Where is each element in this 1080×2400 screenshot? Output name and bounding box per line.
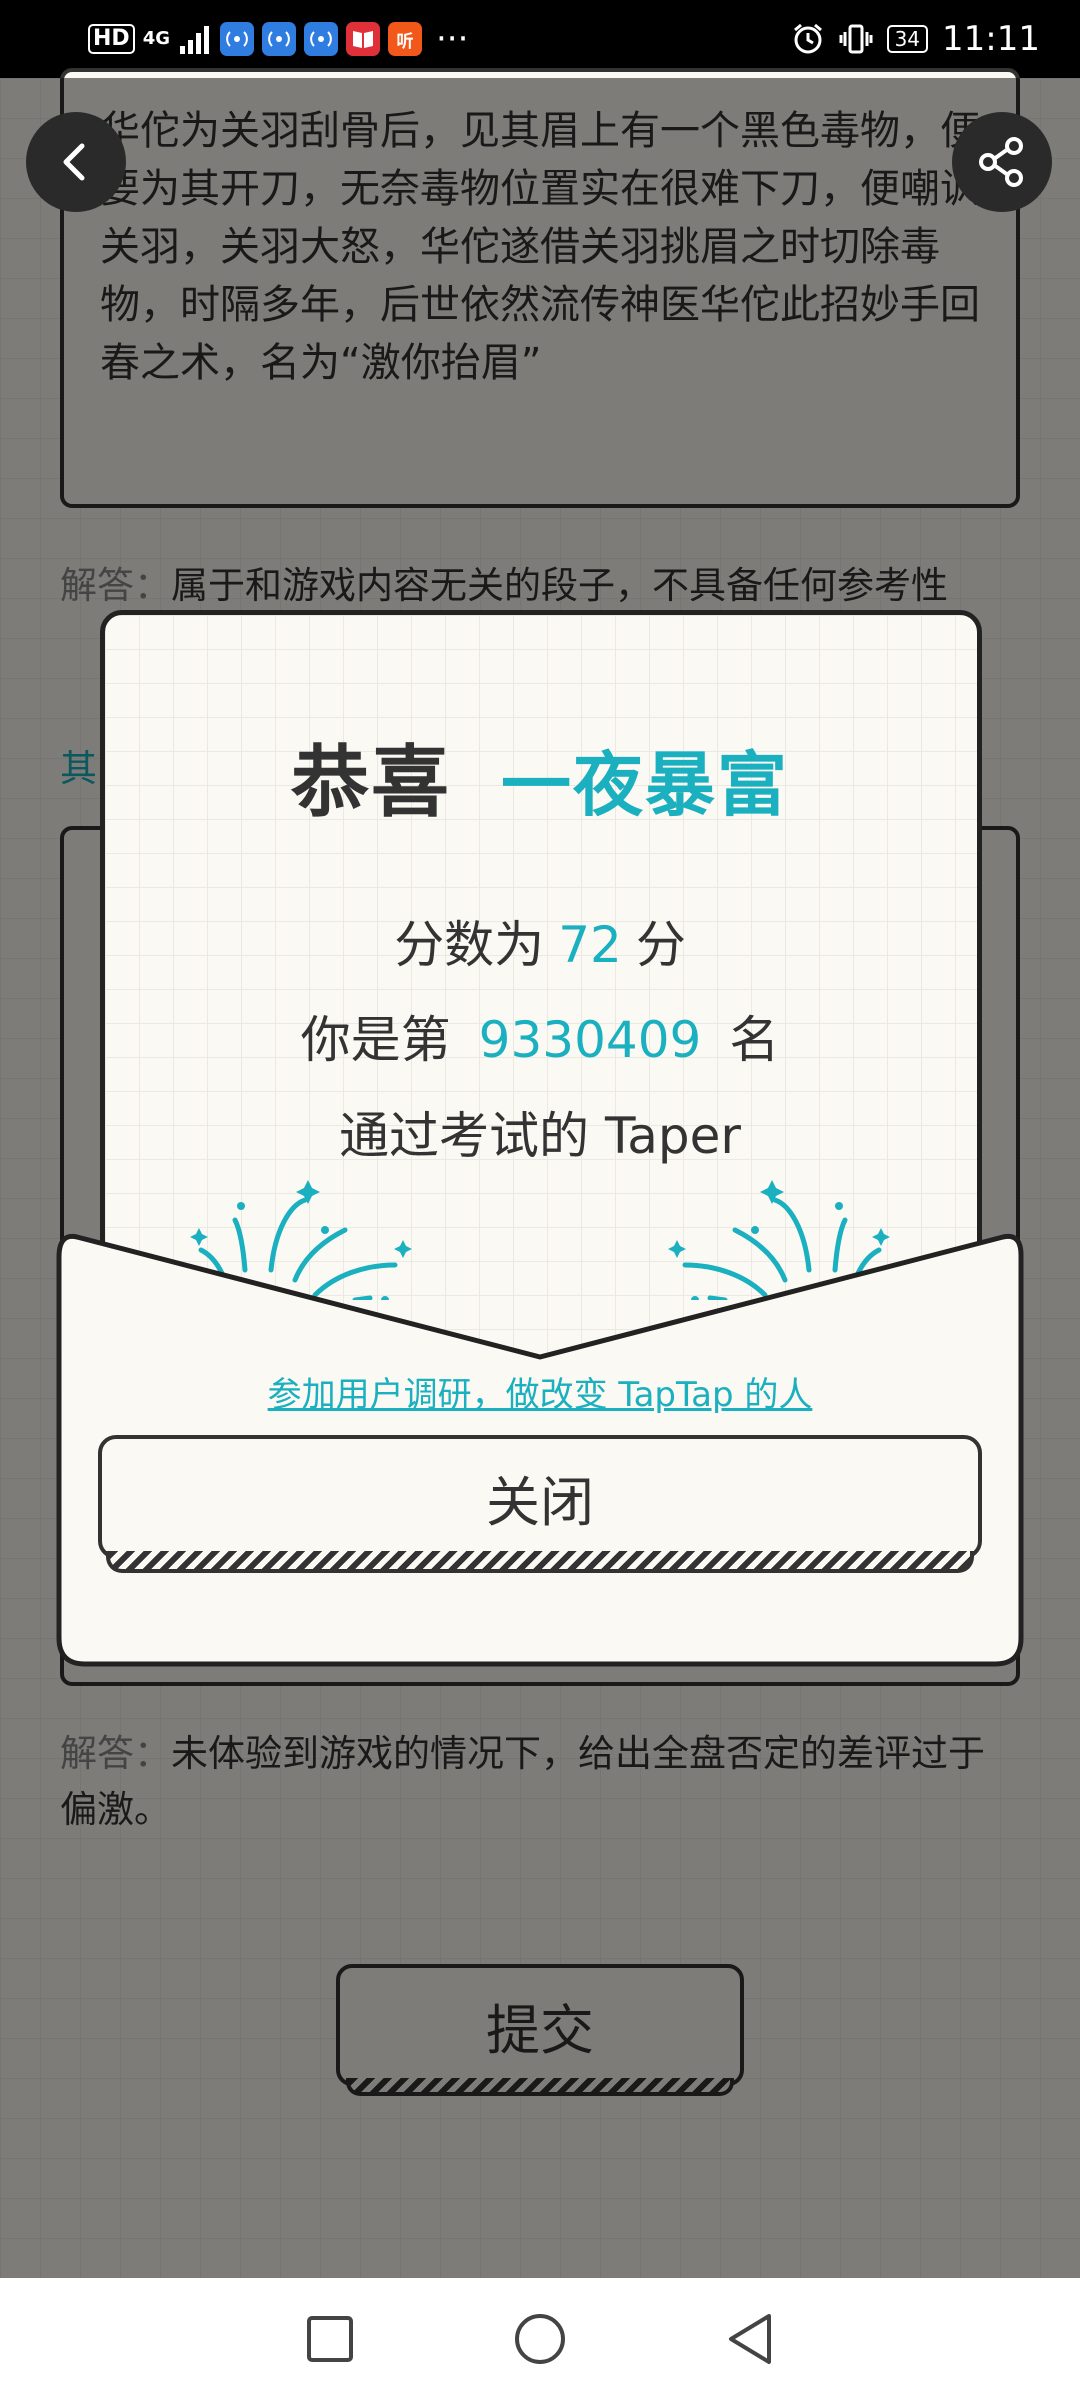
- back-button[interactable]: [26, 112, 126, 212]
- rank-value: 9330409: [478, 1011, 702, 1069]
- back-arrow-icon: [63, 143, 85, 181]
- share-button[interactable]: [952, 112, 1052, 212]
- passed-line: 通过考试的 Taper: [339, 1107, 741, 1165]
- navigation-bar: [0, 2278, 1080, 2400]
- triangle-back-icon: [729, 2314, 771, 2364]
- score-suffix: 分: [635, 916, 686, 974]
- recent-apps-button[interactable]: [300, 2309, 360, 2369]
- rank-suffix: 名: [729, 1011, 780, 1069]
- rank-line: 你是第 9330409 名: [0, 1000, 1080, 1072]
- circle-icon: [515, 2314, 565, 2364]
- survey-link[interactable]: 参加用户调研，做改变 TapTap 的人: [0, 1367, 1080, 1416]
- rank-title: 一夜暴富: [501, 744, 789, 826]
- result-modal: 恭喜 一夜暴富 分数为 72 分 你是第 9330409 名 通过考试的 Taper: [0, 0, 1080, 2400]
- home-button[interactable]: [510, 2309, 570, 2369]
- score-prefix: 分数为: [394, 916, 545, 974]
- result-title: 恭喜 一夜暴富: [0, 720, 1080, 832]
- close-button[interactable]: 关闭: [98, 1435, 982, 1573]
- rank-prefix: 你是第: [300, 1011, 451, 1069]
- score-value: 72: [558, 916, 622, 974]
- back-nav-button[interactable]: [720, 2309, 780, 2369]
- congrats-text: 恭喜: [290, 738, 451, 828]
- score-line: 分数为 72 分: [0, 905, 1080, 977]
- share-icon: [979, 137, 1023, 187]
- square-icon: [307, 2316, 353, 2362]
